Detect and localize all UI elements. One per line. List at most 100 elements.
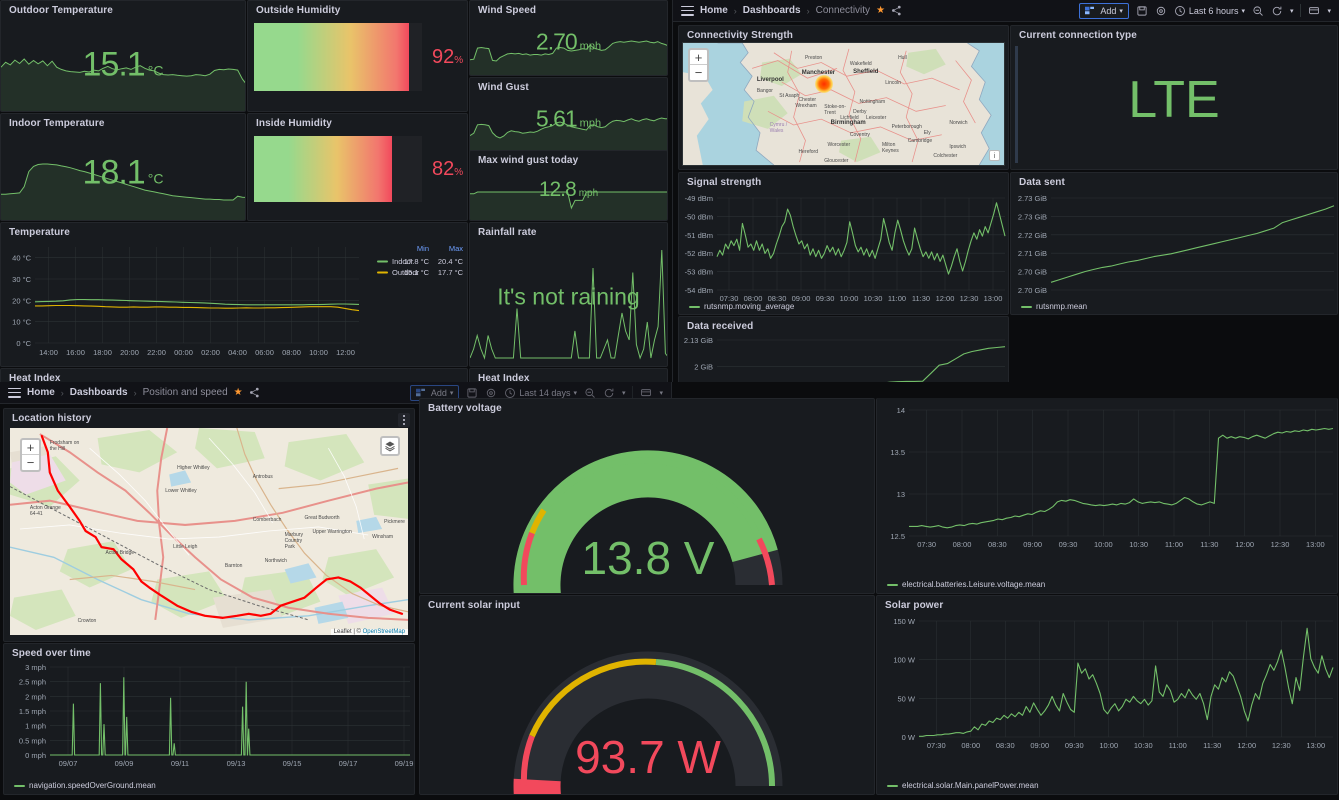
value-unit: mph [578,187,599,199]
map-zoom-controls[interactable]: + − [20,438,41,472]
panel-wind-gust[interactable]: Wind Gust 5.61 mph [469,77,668,153]
panel-outdoor-temperature[interactable]: Outdoor Temperature 15.1 °C [0,0,246,112]
panel-temperature-timeseries[interactable]: Temperature 0 °C 10 °C 20 °C 30 °C 40 °C 14:… [0,222,468,367]
data-sent-legend[interactable]: rutsnmp.mean [1021,302,1087,311]
legend-label: rutsnmp.mean [1036,302,1088,311]
solar-power-legend[interactable]: electrical.solar.Main.panelPower.mean [887,781,1039,790]
panel-inside-humidity[interactable]: Inside Humidity 82% [247,113,468,221]
panel-current-solar-input[interactable]: Current solar input 93.7 W [419,595,875,795]
svg-text:2.5 mph: 2.5 mph [19,678,46,687]
svg-text:12.5: 12.5 [890,532,905,541]
svg-text:09:30: 09:30 [1059,540,1078,549]
location-map[interactable]: Frodsham on the Hill Higher Whitley Antro… [10,428,408,635]
svg-text:11:30: 11:30 [1203,741,1221,750]
map-label-marbury-park: Marbury Country Park [284,531,303,550]
settings-gear-icon[interactable] [485,387,497,399]
data-sent-chart: 2.70 GiB 2.70 GiB 2.71 GiB 2.72 GiB 2.73 GiB… [1018,194,1335,295]
panel-data-sent[interactable]: Data sent 2.70 GiB 2.70 GiB 2.71 GiB 2.72 G… [1010,172,1338,315]
kiosk-chevron-icon[interactable]: ▾ [659,389,663,397]
map-label-great-budworth: Great Budworth [304,514,340,521]
settings-gear-icon[interactable] [1155,5,1167,17]
map-label-northwich: Northwich [264,558,287,565]
panel-speed-over-time[interactable]: Speed over time 0 mph 0.5 mph 1 mph 1.5 mph… [3,643,415,795]
map-zoom-in-button[interactable]: + [22,440,39,455]
map-zoom-in-button[interactable]: + [690,50,707,65]
panel-indoor-temperature[interactable]: Indoor Temperature 18.1 °C [0,113,246,221]
value-unit: °C [147,170,164,187]
svg-text:14: 14 [897,406,905,415]
bargauge-track [254,23,422,91]
wind-gust-value: 5.61 mph [470,105,667,132]
breadcrumb-current[interactable]: Connectivity [816,5,870,16]
panel-battery-voltage[interactable]: Battery voltage 13.8 V [419,398,875,594]
refresh-icon[interactable] [603,387,615,399]
svg-text:10:30: 10:30 [864,294,883,303]
star-icon[interactable]: ★ [876,5,885,16]
bargauge-fill [254,136,392,202]
panel-menu-icon[interactable] [398,413,410,427]
kiosk-icon[interactable] [1308,5,1320,17]
panel-location-history[interactable]: Location history Frodsham on the Hill Hi… [3,408,415,642]
panel-outside-humidity[interactable]: Outside Humidity 92% [247,0,468,112]
breadcrumb-separator: › [733,5,737,16]
map-label-barnton: Barnton [224,562,243,569]
panel-solar-power[interactable]: Solar power 0 W 50 W 100 W 150 W 07:30 08:00 0… [876,595,1338,795]
map-zoom-controls[interactable]: + − [688,48,709,82]
breadcrumb-home[interactable]: Home [700,5,728,16]
panel-wind-speed[interactable]: Wind Speed 2.70 mph [469,0,668,76]
panel-signal-strength[interactable]: Signal strength -54 dBm -53 dBm -52 dBm -51… [678,172,1009,315]
battery-voltage-legend[interactable]: electrical.batteries.Leisure.voltage.mea… [887,580,1045,589]
breadcrumb-dashboards[interactable]: Dashboards [70,387,128,398]
bargauge-fill [254,23,409,91]
svg-text:13:00: 13:00 [1306,540,1325,549]
map-zoom-out-button[interactable]: − [22,455,39,470]
kiosk-icon[interactable] [640,387,652,399]
time-range-picker[interactable]: Last 6 hours ▾ [1174,5,1245,17]
breadcrumb-dashboards[interactable]: Dashboards [743,5,801,16]
panel-current-connection-type[interactable]: Current connection type LTE [1010,25,1338,170]
breadcrumb-current[interactable]: Position and speed [143,387,228,398]
connectivity-map[interactable]: Manchester Liverpool Sheffield Birmingha… [682,42,1005,166]
save-dashboard-icon[interactable] [1136,5,1148,17]
screen: Outdoor Temperature 15.1 °C Indoor Temper… [0,0,1339,800]
panel-rainfall-rate[interactable]: Rainfall rate It's not raining [469,222,668,367]
stat-content: It's not raining [470,223,667,366]
svg-text:2 mph: 2 mph [25,692,46,701]
panel-battery-voltage-timeseries[interactable]: 12.5 13 13.5 14 07:30 08:00 08:30 09:00 09:30 10:… [876,398,1338,594]
zoom-out-icon[interactable] [584,387,596,399]
add-button-label: Add [1100,5,1117,16]
add-button[interactable]: Add ▾ [1079,2,1129,19]
refresh-interval-chevron-icon[interactable]: ▾ [622,389,626,397]
map-label-sheffield: Sheffield [853,68,879,75]
share-icon[interactable] [891,5,902,16]
share-icon[interactable] [249,387,260,398]
panel-max-wind-gust-today[interactable]: Max wind gust today 12.8 mph [469,150,668,221]
map-attribution-toggle[interactable]: i [989,150,1000,161]
panel-title: Connectivity Strength [687,30,793,41]
menu-icon[interactable] [681,5,694,16]
save-dashboard-icon[interactable] [466,387,478,399]
svg-text:10:00: 10:00 [840,294,859,303]
clock-icon [1174,5,1185,16]
zoom-out-icon[interactable] [1252,5,1264,17]
map-layers-button[interactable] [380,436,400,456]
panel-title: Inside Humidity [256,118,332,129]
svg-text:22:00: 22:00 [147,348,166,357]
svg-text:0 W: 0 W [902,733,916,742]
speed-legend[interactable]: navigation.speedOverGround.mean [14,781,156,790]
panel-connectivity-strength[interactable]: Connectivity Strength Manchester Liverpo… [678,25,1009,170]
attribution-leaflet[interactable]: Leaflet [334,629,352,635]
time-range-picker[interactable]: Last 14 days ▾ [504,387,577,399]
svg-text:1.5 mph: 1.5 mph [19,707,46,716]
menu-icon[interactable] [8,387,21,398]
kiosk-chevron-icon[interactable]: ▾ [1327,7,1331,15]
refresh-icon[interactable] [1271,5,1283,17]
map-zoom-out-button[interactable]: − [690,65,707,80]
breadcrumb-home[interactable]: Home [27,387,55,398]
map-label-little-leigh: Little Leigh [173,543,198,550]
time-range-label: Last 14 days [519,387,571,398]
signal-strength-legend[interactable]: rutsnmp.moving_average [689,302,794,311]
attribution-osm[interactable]: OpenStreetMap [363,629,405,635]
refresh-interval-chevron-icon[interactable]: ▾ [1290,7,1294,15]
star-icon[interactable]: ★ [234,387,243,398]
